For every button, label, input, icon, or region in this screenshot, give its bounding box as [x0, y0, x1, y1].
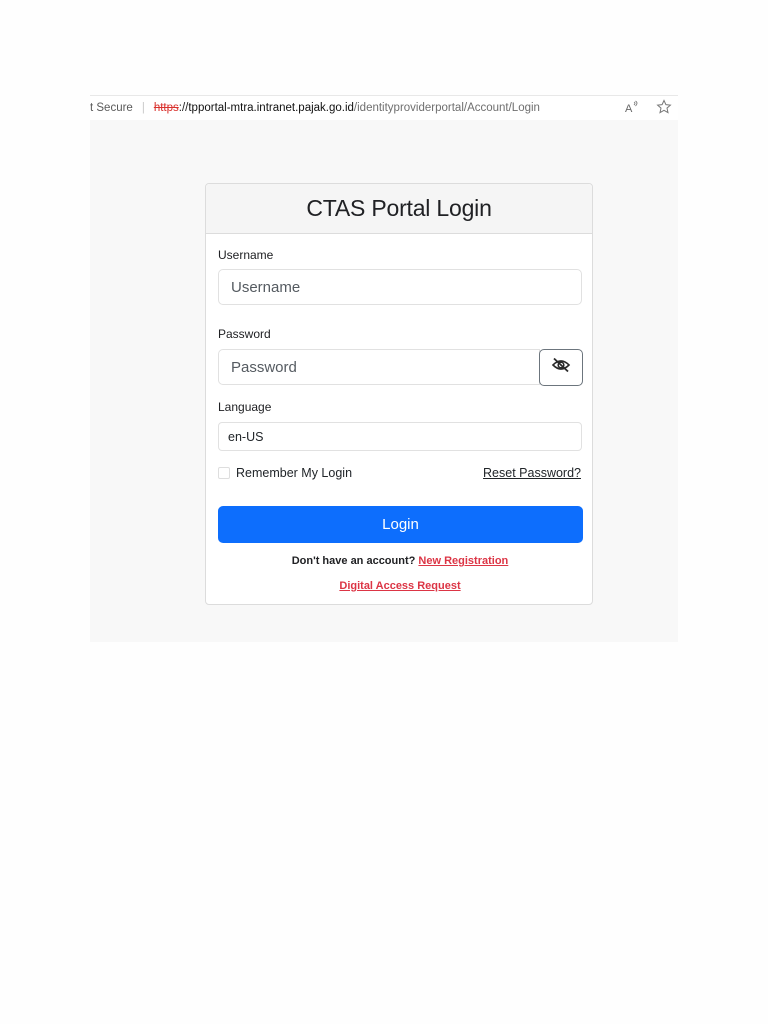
digital-access-request-link[interactable]: Digital Access Request [339, 580, 460, 592]
address-separator: | [141, 102, 145, 114]
remember-login-checkbox[interactable] [218, 467, 230, 479]
url-text[interactable]: https://tpportal-mtra.intranet.pajak.go.… [154, 102, 540, 114]
security-indicator[interactable]: t Secure [90, 102, 133, 114]
digital-access-row: Digital Access Request [206, 580, 594, 592]
url-scheme: https [153, 102, 179, 114]
page: t Secure | https://tpportal-mtra.intrane… [0, 0, 768, 1024]
url-scheme-separator: :// [178, 102, 189, 114]
login-card-header: CTAS Portal Login [206, 184, 592, 234]
username-input[interactable] [218, 269, 582, 305]
remember-login-control[interactable]: Remember My Login [218, 466, 352, 480]
toggle-password-visibility-button[interactable] [539, 349, 583, 386]
url-path: /identityproviderportal/Account/Login [353, 102, 540, 114]
new-registration-link[interactable]: New Registration [418, 555, 508, 567]
password-input[interactable] [218, 349, 540, 385]
login-card: CTAS Portal Login Username Password Lang… [205, 183, 593, 605]
login-button[interactable]: Login [218, 506, 583, 543]
username-label: Username [218, 248, 274, 262]
registration-prompt: Don't have an account? New Registration [206, 555, 594, 567]
address-bar-icons: A [624, 99, 672, 115]
language-label: Language [218, 400, 272, 414]
remember-login-label[interactable]: Remember My Login [236, 466, 352, 480]
page-title: CTAS Portal Login [306, 195, 492, 221]
read-aloud-icon[interactable]: A [624, 99, 640, 115]
password-label: Password [218, 327, 271, 341]
favorite-star-icon[interactable] [656, 99, 672, 115]
url-host: tpportal-mtra.intranet.pajak.go.id [188, 102, 354, 114]
no-account-text: Don't have an account? [291, 555, 416, 567]
reset-password-link[interactable]: Reset Password? [483, 466, 581, 480]
svg-text:A: A [625, 103, 633, 115]
eye-slash-icon [551, 357, 571, 378]
language-select[interactable]: en-US [218, 422, 582, 451]
browser-address-bar[interactable]: t Secure | https://tpportal-mtra.intrane… [90, 95, 678, 121]
language-selected-value: en-US [228, 429, 264, 444]
